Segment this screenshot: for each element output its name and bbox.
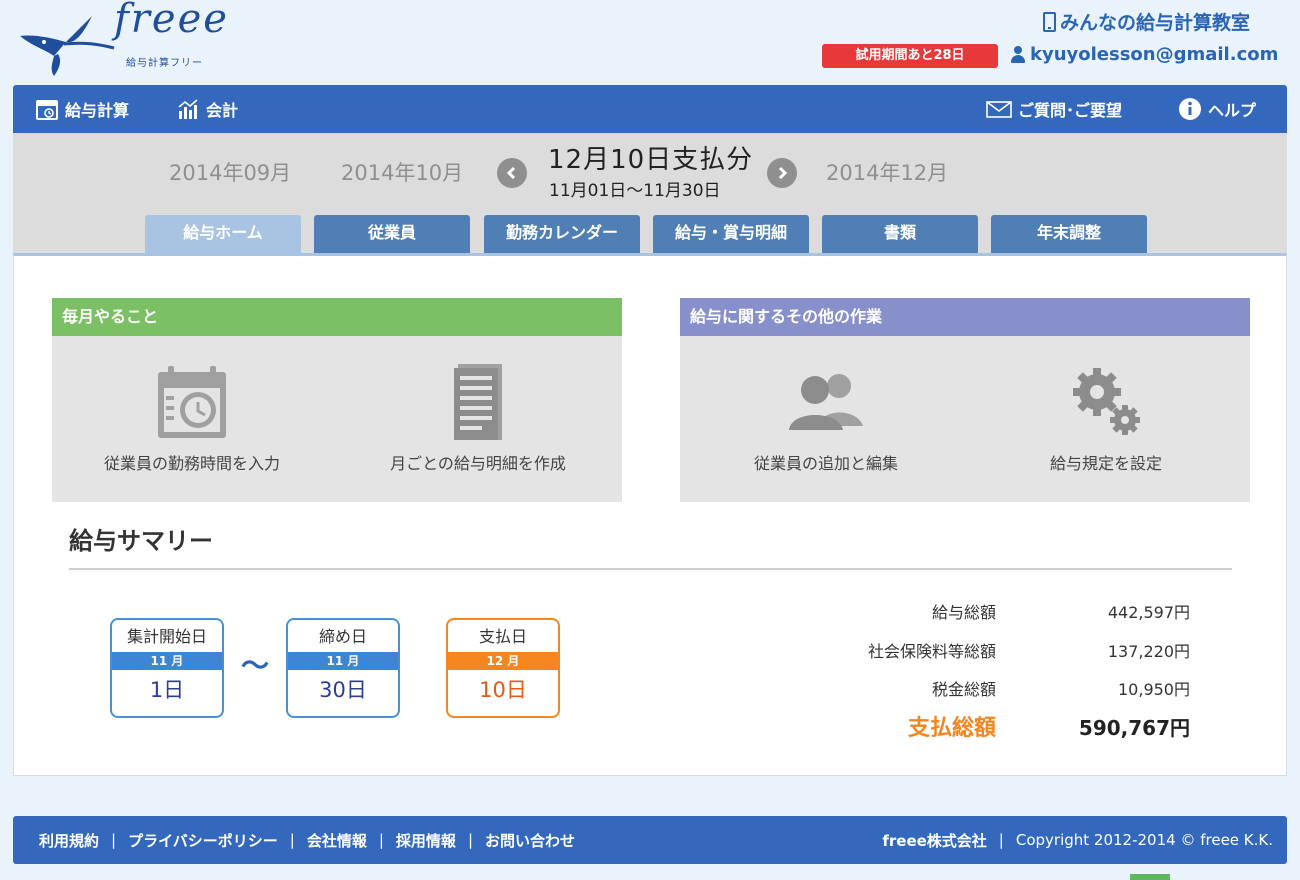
current-period-range: 11月01日〜11月30日 <box>549 181 721 201</box>
envelope-icon <box>986 101 1012 118</box>
date-box-pay: 支払日 12 月 10日 <box>446 618 560 718</box>
footer-copyright: freee株式会社 | Copyright 2012-2014 © freee … <box>882 816 1273 864</box>
summary-value-tax: 10,950円 <box>1118 680 1190 699</box>
document-icon <box>454 364 502 440</box>
create-payslip-label: 月ごとの給与明細を作成 <box>390 454 566 473</box>
tab-payslips[interactable]: 給与・賞与明細 <box>653 215 809 253</box>
tab-employees[interactable]: 従業員 <box>314 215 470 253</box>
date-box-close: 締め日 11 月 30日 <box>286 618 400 718</box>
users-icon <box>789 374 863 430</box>
footer-links: 利用規約 | プライバシーポリシー | 会社情報 | 採用情報 | お問い合わせ <box>39 816 575 864</box>
freee-logo[interactable]: freee 給与計算フリー <box>14 0 254 80</box>
user-account[interactable]: kyuyolesson@gmail.com <box>1010 44 1278 65</box>
footer-company[interactable]: freee株式会社 <box>882 830 986 851</box>
nav-payroll[interactable]: 給与計算 <box>35 85 129 133</box>
footer-separator: | <box>467 831 473 849</box>
nav-payroll-label: 給与計算 <box>65 101 130 120</box>
date-box-start-month: 11 月 <box>112 652 222 670</box>
date-box-close-label: 締め日 <box>318 627 367 646</box>
footer-separator: | <box>998 831 1004 849</box>
user-icon <box>1010 45 1026 64</box>
enter-work-hours-action[interactable]: 従業員の勤務時間を入力 <box>62 362 322 474</box>
date-box-start-label: 集計開始日 <box>126 627 207 646</box>
calendar-icon <box>36 100 58 120</box>
chart-icon <box>178 99 198 119</box>
tab-payroll-home[interactable]: 給与ホーム <box>145 215 301 253</box>
date-box-start: 集計開始日 11 月 1日 <box>110 618 224 718</box>
summary-value-total: 590,767円 <box>1078 716 1190 740</box>
tab-documents[interactable]: 書類 <box>822 215 978 253</box>
monthly-tasks-header: 毎月やること <box>52 298 622 336</box>
corner-badge <box>1130 874 1170 880</box>
other-tasks-card: 給与に関するその他の作業 従業員の追加と編集 給与規定を設定 <box>680 298 1250 502</box>
period-selector: 2014年09月 2014年10月 12月10日支払分 11月01日〜11月30… <box>13 133 1287 253</box>
date-box-close-month: 11 月 <box>288 652 398 670</box>
tab-year-end-adjustment[interactable]: 年末調整 <box>991 215 1147 253</box>
month-link-next1[interactable]: 2014年12月 <box>826 157 948 187</box>
date-box-pay-label: 支払日 <box>478 627 527 646</box>
month-link-prev1[interactable]: 2014年10月 <box>341 157 463 187</box>
footer-link-contact[interactable]: お問い合わせ <box>485 830 575 851</box>
footer-separator: | <box>111 831 117 849</box>
tab-work-calendar[interactable]: 勤務カレンダー <box>484 215 640 253</box>
enter-work-hours-label: 従業員の勤務時間を入力 <box>103 454 280 473</box>
footer-link-company[interactable]: 会社情報 <box>307 830 367 851</box>
footer-link-privacy[interactable]: プライバシーポリシー <box>128 830 278 851</box>
month-link-prev2[interactable]: 2014年09月 <box>169 157 291 187</box>
nav-feedback-label: ご質問･ご要望 <box>1018 101 1123 120</box>
chevron-right-icon <box>778 166 788 180</box>
summary-divider <box>69 568 1232 570</box>
summary-value-gross: 442,597円 <box>1107 603 1190 622</box>
date-box-pay-day: 10日 <box>479 678 527 702</box>
footer-copyright-text: Copyright 2012-2014 © freee K.K. <box>1015 831 1273 849</box>
payroll-rules-label: 給与規定を設定 <box>1049 454 1162 473</box>
other-tasks-header: 給与に関するその他の作業 <box>680 298 1250 336</box>
summary-label-tax: 税金総額 <box>931 680 996 699</box>
summary-label-gross: 給与総額 <box>931 603 996 622</box>
nav-help[interactable]: ヘルプ <box>1178 85 1256 133</box>
payroll-rules-action[interactable]: 給与規定を設定 <box>976 362 1236 474</box>
date-box-pay-month: 12 月 <box>448 652 558 670</box>
chevron-left-icon <box>506 166 516 180</box>
nav-accounting[interactable]: 会計 <box>176 85 238 133</box>
prev-period-button[interactable] <box>497 158 527 188</box>
footer-link-terms[interactable]: 利用規約 <box>39 830 99 851</box>
footer-link-careers[interactable]: 採用情報 <box>396 830 456 851</box>
logo-subtitle: 給与計算フリー <box>126 58 203 69</box>
monthly-tasks-card: 毎月やること 従業員の勤務時間を入力 月ごとの給与明細を作成 <box>52 298 622 502</box>
main-panel: 毎月やること 従業員の勤務時間を入力 月ごとの給与明細を作成 給与に関するその他… <box>13 253 1287 776</box>
edit-employees-label: 従業員の追加と編集 <box>753 454 898 473</box>
user-email-label: kyuyolesson@gmail.com <box>1030 44 1279 65</box>
school-link-label: みんなの給与計算教室 <box>1059 12 1250 34</box>
summary-title: 給与サマリー <box>69 527 213 555</box>
nav-accounting-label: 会計 <box>206 101 239 120</box>
edit-employees-action[interactable]: 従業員の追加と編集 <box>696 362 956 474</box>
footer-separator: | <box>378 831 384 849</box>
footer: 利用規約 | プライバシーポリシー | 会社情報 | 採用情報 | お問い合わせ… <box>13 816 1287 864</box>
calendar-clock-icon <box>158 366 226 438</box>
trial-badge: 試用期間あと28日 <box>822 44 998 68</box>
mobile-phone-icon <box>1042 11 1056 32</box>
create-payslip-action[interactable]: 月ごとの給与明細を作成 <box>348 362 608 474</box>
school-link[interactable]: みんなの給与計算教室 <box>1042 8 1250 35</box>
summary-value-insurance: 137,220円 <box>1107 642 1190 661</box>
summary-label-insurance: 社会保険料等総額 <box>867 642 996 661</box>
logo-text: freee <box>114 0 229 42</box>
date-box-start-day: 1日 <box>149 678 185 702</box>
info-icon <box>1179 98 1201 120</box>
gears-icon <box>1073 368 1140 435</box>
current-period-title: 12月10日支払分 <box>548 145 754 175</box>
date-box-close-day: 30日 <box>319 678 367 702</box>
nav-feedback[interactable]: ご質問･ご要望 <box>986 85 1122 133</box>
summary-label-total: 支払総額 <box>907 716 996 741</box>
footer-separator: | <box>289 831 295 849</box>
top-header: freee 給与計算フリー みんなの給与計算教室 試用期間あと28日 kyuyo… <box>0 0 1300 85</box>
nav-help-label: ヘルプ <box>1208 101 1257 120</box>
next-period-button[interactable] <box>767 158 797 188</box>
date-range-tilde: 〜 <box>241 649 270 682</box>
main-nav: 給与計算 会計 ご質問･ご要望 ヘルプ <box>13 85 1287 133</box>
